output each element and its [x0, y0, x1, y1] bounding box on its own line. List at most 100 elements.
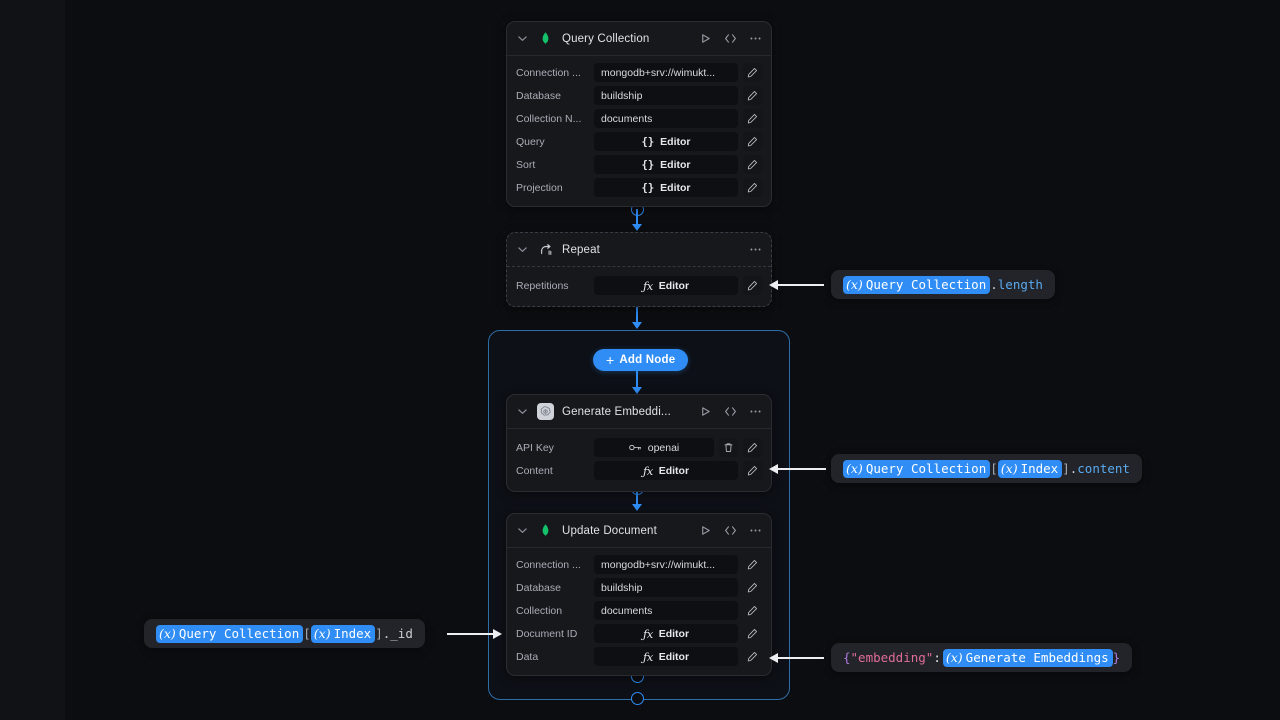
node-header-generate-embeddings[interactable]: Generate Embeddi... — [507, 395, 771, 429]
output-port-loop-group[interactable] — [631, 692, 644, 705]
field-row: Sort {} Editor — [516, 155, 762, 174]
pointer-line-content — [778, 468, 826, 470]
field-row: Database buildship — [516, 86, 762, 105]
edit-pencil-icon[interactable] — [743, 438, 762, 457]
fx-icon: ƒx — [643, 627, 653, 641]
bracket-close: ] — [375, 626, 383, 641]
variable-label: Generate Embeddings — [966, 650, 1109, 665]
node-header-update-document[interactable]: Update Document — [507, 514, 771, 548]
node-query-collection[interactable]: Query Collection Connection ... mongodb+… — [506, 21, 772, 207]
edit-pencil-icon[interactable] — [743, 132, 762, 151]
pointer-line-document-id — [447, 633, 493, 635]
edit-pencil-icon[interactable] — [743, 601, 762, 620]
annotation-data-expression[interactable]: { "embedding" : (x) Generate Embeddings … — [831, 643, 1132, 672]
node-title-repeat: Repeat — [562, 244, 740, 256]
edit-pencil-icon[interactable] — [743, 63, 762, 82]
node-update-document[interactable]: Update Document Connection ... mongodb+s… — [506, 513, 772, 676]
mongodb-leaf-icon — [537, 522, 554, 539]
node-body-repeat: Repetitions ƒx Editor — [507, 267, 771, 306]
field-row: Content ƒx Editor — [516, 461, 762, 480]
variable-token-query-collection[interactable]: (x) Query Collection — [156, 625, 303, 643]
edit-pencil-icon[interactable] — [743, 461, 762, 480]
code-icon[interactable] — [723, 524, 737, 538]
field-value-sort[interactable]: {} Editor — [594, 155, 738, 174]
field-label: Database — [516, 90, 594, 102]
more-icon[interactable] — [748, 243, 762, 257]
field-value-api-key[interactable]: openai — [594, 438, 714, 457]
field-value-data[interactable]: ƒx Editor — [594, 647, 738, 666]
annotation-repetitions-expression[interactable]: (x) Query Collection . length — [831, 270, 1055, 299]
field-value-database[interactable]: buildship — [594, 578, 738, 597]
code-icon[interactable] — [723, 405, 737, 419]
edit-pencil-icon[interactable] — [743, 155, 762, 174]
field-row: Data ƒx Editor — [516, 647, 762, 666]
json-braces-icon: {} — [642, 159, 655, 171]
node-repeat[interactable]: Repeat Repetitions ƒx Editor — [506, 232, 772, 307]
field-value-collection[interactable]: documents — [594, 601, 738, 620]
field-value-connection[interactable]: mongodb+srv://wimukt... — [594, 63, 738, 82]
variable-token-query-collection[interactable]: (x) Query Collection — [843, 460, 990, 478]
field-value-projection[interactable]: {} Editor — [594, 178, 738, 197]
node-header-actions-generate-embeddings[interactable] — [698, 405, 762, 419]
edit-pencil-icon[interactable] — [743, 178, 762, 197]
chevron-down-icon[interactable] — [516, 405, 529, 418]
variable-prefix: (x) — [846, 461, 863, 476]
bracket-open: [ — [990, 461, 998, 476]
variable-token-index[interactable]: (x) Index — [311, 625, 375, 643]
edit-pencil-icon[interactable] — [743, 555, 762, 574]
annotation-content-expression[interactable]: (x) Query Collection [ (x) Index ] . con… — [831, 454, 1142, 483]
chevron-down-icon[interactable] — [516, 524, 529, 537]
node-header-actions-query-collection[interactable] — [698, 32, 762, 46]
edit-pencil-icon[interactable] — [743, 647, 762, 666]
run-icon[interactable] — [698, 524, 712, 538]
field-value-connection[interactable]: mongodb+srv://wimukt... — [594, 555, 738, 574]
editor-label: Editor — [659, 628, 689, 640]
node-generate-embeddings[interactable]: Generate Embeddi... API Key — [506, 394, 772, 492]
bracket-close: ] — [1062, 461, 1070, 476]
editor-label: Editor — [660, 136, 690, 148]
delete-trash-icon[interactable] — [719, 438, 738, 457]
fx-icon: ƒx — [643, 279, 653, 293]
editor-label: Editor — [659, 465, 689, 477]
field-value-repetitions[interactable]: ƒx Editor — [594, 276, 738, 295]
more-icon[interactable] — [748, 32, 762, 46]
annotation-document-id-expression[interactable]: (x) Query Collection [ (x) Index ] . _id — [144, 619, 425, 648]
edit-pencil-icon[interactable] — [743, 578, 762, 597]
field-label: Database — [516, 582, 594, 594]
chevron-down-icon[interactable] — [516, 32, 529, 45]
colon-separator: : — [933, 650, 941, 665]
field-label: API Key — [516, 442, 594, 454]
field-value-query[interactable]: {} Editor — [594, 132, 738, 151]
run-icon[interactable] — [698, 405, 712, 419]
add-node-button[interactable]: + Add Node — [593, 349, 688, 371]
node-header-actions-update-document[interactable] — [698, 524, 762, 538]
field-value-document-id[interactable]: ƒx Editor — [594, 624, 738, 643]
variable-token-index[interactable]: (x) Index — [998, 460, 1062, 478]
node-title-generate-embeddings: Generate Embeddi... — [562, 406, 690, 418]
edit-pencil-icon[interactable] — [743, 109, 762, 128]
field-value-database[interactable]: buildship — [594, 86, 738, 105]
variable-token-query-collection[interactable]: (x) Query Collection — [843, 276, 990, 294]
field-value-content[interactable]: ƒx Editor — [594, 461, 738, 480]
more-icon[interactable] — [748, 524, 762, 538]
field-row: Collection N... documents — [516, 109, 762, 128]
more-icon[interactable] — [748, 405, 762, 419]
edit-pencil-icon[interactable] — [743, 624, 762, 643]
variable-token-generate-embeddings[interactable]: (x) Generate Embeddings — [943, 649, 1113, 667]
workflow-canvas[interactable]: + Add Node Query Collection — [0, 0, 1280, 720]
node-header-repeat[interactable]: Repeat — [507, 233, 771, 267]
edit-pencil-icon[interactable] — [743, 276, 762, 295]
field-value-collection-name[interactable]: documents — [594, 109, 738, 128]
chevron-down-icon[interactable] — [516, 243, 529, 256]
connector-arrow-repeat-to-group — [632, 322, 642, 329]
edit-pencil-icon[interactable] — [743, 86, 762, 105]
editor-label: Editor — [659, 651, 689, 663]
code-icon[interactable] — [723, 32, 737, 46]
openai-icon — [537, 403, 554, 420]
variable-prefix: (x) — [314, 626, 331, 641]
node-header-actions-repeat[interactable] — [748, 243, 762, 257]
variable-prefix: (x) — [1001, 461, 1018, 476]
run-icon[interactable] — [698, 32, 712, 46]
node-header-query-collection[interactable]: Query Collection — [507, 22, 771, 56]
variable-prefix: (x) — [159, 626, 176, 641]
